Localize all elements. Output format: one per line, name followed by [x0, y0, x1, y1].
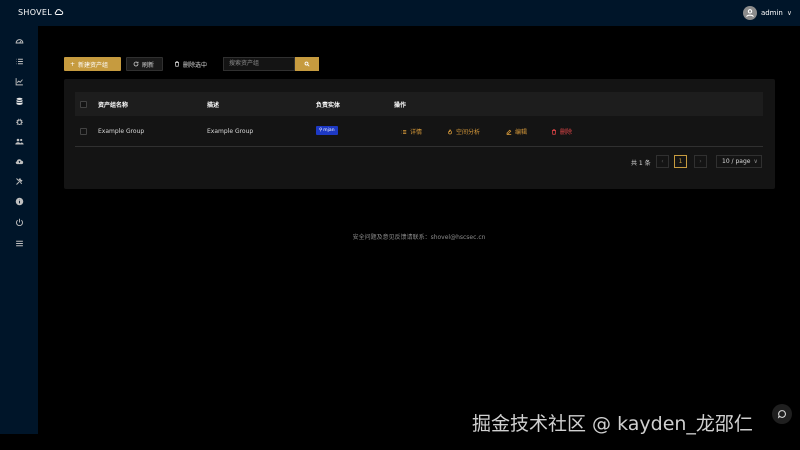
row-checkbox[interactable]	[80, 128, 87, 135]
chevron-down-icon: ∨	[786, 9, 792, 17]
table-card: 资产组名称 描述 负责实体 操作 Example Group Example G…	[64, 79, 775, 189]
search-icon	[304, 61, 310, 67]
plus-icon: +	[70, 60, 76, 68]
details-label: 详情	[410, 129, 423, 136]
database-icon[interactable]	[14, 96, 24, 106]
cloud-upload-icon[interactable]	[14, 156, 24, 166]
dashboard-icon[interactable]	[14, 36, 24, 46]
watermark: 掘金技术社区 @ kayden_龙邵仁	[472, 413, 753, 435]
tool-icon[interactable]	[14, 176, 24, 186]
list-icon[interactable]	[14, 56, 24, 66]
pagination-total: 共 1 条	[631, 160, 651, 167]
footer-contact: 安全问题及意见反馈请联系：shovel@hscsec.cn	[352, 234, 486, 241]
user-menu[interactable]: admin ∨	[742, 6, 792, 20]
spatial-analysis-label: 空间分析	[456, 129, 481, 136]
edit-icon	[506, 129, 512, 135]
delete-selected-button[interactable]: 删除选中	[168, 57, 218, 71]
next-page-button[interactable]: ›	[694, 155, 707, 168]
user-icon	[746, 9, 754, 18]
prev-page-button[interactable]: ‹	[656, 155, 669, 168]
add-asset-group-button[interactable]: + 新建资产组	[64, 57, 121, 71]
info-icon[interactable]	[14, 196, 24, 206]
search-input[interactable]: 搜索资产组	[223, 57, 295, 71]
edit-link[interactable]: 编辑	[506, 127, 527, 136]
spatial-analysis-link[interactable]: 空间分析	[447, 127, 480, 136]
cell-group-name: Example Group	[98, 128, 145, 135]
top-header: SHOVEL admin ∨	[0, 0, 800, 26]
refresh-icon	[133, 61, 139, 67]
chevron-down-icon: ∨	[753, 158, 758, 165]
username: admin	[760, 9, 783, 17]
delete-label: 删除	[560, 129, 573, 136]
owner-tag-label: mjan	[323, 128, 335, 133]
bug-icon[interactable]	[14, 116, 24, 126]
chart-icon[interactable]	[14, 76, 24, 86]
column-header-actions: 操作	[394, 102, 407, 109]
column-header-owner: 负责实体	[316, 102, 341, 109]
refresh-button[interactable]: 刷新	[126, 57, 163, 71]
page-number[interactable]: 1	[674, 155, 687, 168]
column-header-name: 资产组名称	[98, 102, 129, 109]
logo-text: SHOVEL	[18, 7, 53, 17]
power-icon[interactable]	[14, 217, 24, 227]
owner-tag: ⚲ mjan	[316, 126, 338, 135]
app-logo[interactable]: SHOVEL	[18, 7, 64, 17]
list-icon	[401, 129, 407, 134]
edit-label: 编辑	[515, 129, 528, 136]
refresh-button-label: 刷新	[142, 61, 155, 69]
cell-description: Example Group	[207, 128, 254, 135]
search-button[interactable]	[295, 57, 319, 71]
user-icon: ⚲	[319, 128, 323, 133]
trash-icon	[175, 61, 179, 67]
delete-link[interactable]: 删除	[551, 127, 572, 136]
table-header: 资产组名称 描述 负责实体 操作	[75, 92, 763, 116]
page-size-select[interactable]: 10 / page ∨	[716, 155, 762, 168]
chat-icon	[777, 410, 786, 419]
cloud-icon	[54, 9, 64, 15]
select-all-checkbox[interactable]	[80, 101, 87, 108]
fire-icon	[448, 128, 452, 134]
avatar	[742, 6, 757, 20]
table-row: Example Group Example Group ⚲ mjan 详情 空间…	[75, 116, 763, 147]
help-float-button[interactable]	[772, 404, 792, 424]
details-link[interactable]: 详情	[401, 127, 422, 136]
add-button-label: 新建资产组	[78, 61, 109, 69]
delete-button-label: 删除选中	[183, 61, 208, 69]
sidebar	[0, 26, 38, 434]
trash-icon	[552, 128, 556, 135]
column-header-description: 描述	[207, 102, 220, 109]
team-icon[interactable]	[14, 136, 24, 146]
page-size-value: 10 / page	[722, 158, 751, 165]
